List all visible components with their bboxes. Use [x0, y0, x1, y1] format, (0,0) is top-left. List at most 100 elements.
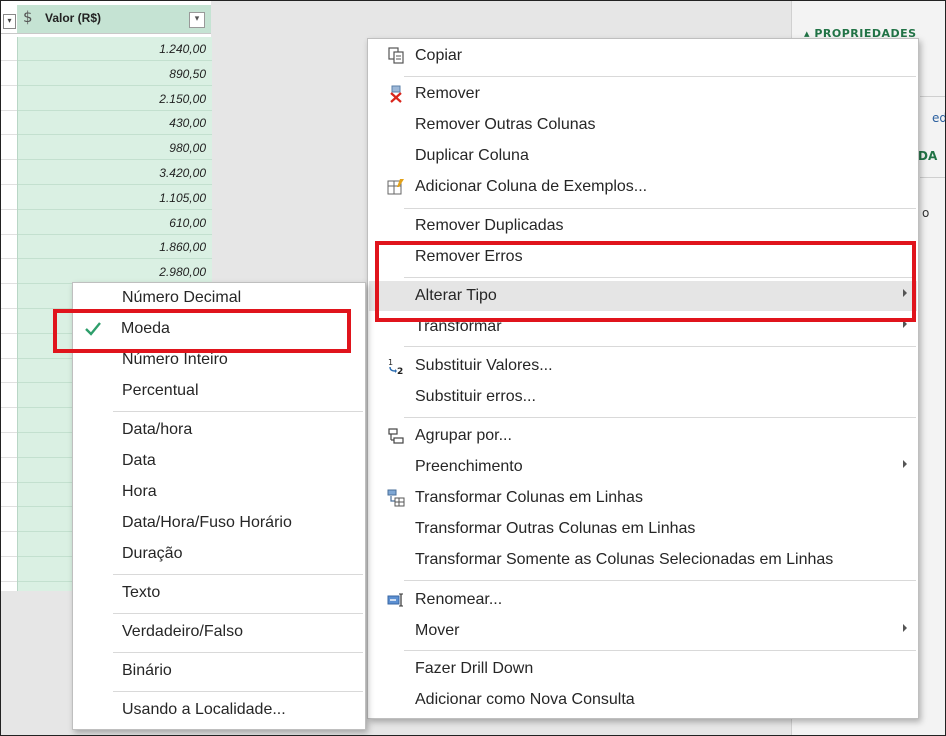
- table-cell[interactable]: 430,00: [18, 111, 212, 136]
- table-cell[interactable]: [1, 384, 17, 409]
- table-cell[interactable]: [1, 62, 17, 86]
- table-cell[interactable]: [1, 37, 17, 61]
- menu-item-label: Copiar: [415, 47, 463, 64]
- table-cell[interactable]: [1, 533, 17, 557]
- table-cell[interactable]: [1, 508, 17, 533]
- type-option-date[interactable]: Data: [74, 446, 364, 476]
- table-cell[interactable]: [1, 409, 17, 433]
- table-cell[interactable]: 2.150,00: [18, 87, 212, 111]
- type-option-percentage[interactable]: Percentual: [74, 376, 364, 406]
- menu-item-label: Data/Hora/Fuso Horário: [122, 514, 292, 531]
- applied-step-fragment[interactable]: o: [922, 206, 929, 220]
- menu-item-duplicate-column[interactable]: Duplicar Coluna: [369, 141, 917, 171]
- table-cell[interactable]: [1, 260, 17, 285]
- table-cell[interactable]: 1.860,00: [18, 235, 212, 260]
- divider: [920, 96, 945, 97]
- menu-item-move[interactable]: Mover: [369, 616, 917, 646]
- table-cell[interactable]: [1, 558, 17, 582]
- table-cell[interactable]: 610,00: [18, 211, 212, 235]
- table-cell[interactable]: 890,50: [18, 62, 212, 86]
- table-cell[interactable]: 980,00: [18, 136, 212, 161]
- table-cell[interactable]: [1, 335, 17, 359]
- group-by-icon: [388, 428, 404, 444]
- type-option-duration[interactable]: Duração: [74, 539, 364, 569]
- menu-item-remove-duplicates[interactable]: Remover Duplicadas: [369, 211, 917, 241]
- menu-item-drill-down[interactable]: Fazer Drill Down: [369, 654, 917, 684]
- menu-item-copy[interactable]: Copiar: [369, 41, 917, 71]
- menu-item-rename[interactable]: Renomear...: [369, 585, 917, 615]
- table-cell[interactable]: [1, 434, 17, 458]
- type-option-datetime[interactable]: Data/hora: [74, 415, 364, 445]
- menu-item-label: Adicionar Coluna de Exemplos...: [415, 178, 648, 195]
- type-option-time[interactable]: Hora: [74, 477, 364, 507]
- filter-dropdown-icon[interactable]: ▾: [189, 12, 205, 28]
- power-query-editor: ▾ $ Valor (R$) ▾ 1.240,00 890,50 2.150,00 4…: [0, 0, 946, 736]
- table-cell[interactable]: [1, 483, 17, 508]
- menu-item-label: Percentual: [122, 382, 199, 399]
- type-option-using-locale[interactable]: Usando a Localidade...: [74, 695, 364, 725]
- currency-type-icon[interactable]: $: [23, 8, 33, 26]
- menu-item-label: Transformar Somente as Colunas Seleciona…: [415, 551, 834, 568]
- type-option-datetimezone[interactable]: Data/Hora/Fuso Horário: [74, 508, 364, 538]
- table-cell[interactable]: 1.105,00: [18, 186, 212, 210]
- type-option-text[interactable]: Texto: [74, 578, 364, 608]
- menu-item-label: Remover Outras Colunas: [415, 116, 596, 133]
- table-cell[interactable]: [1, 136, 17, 161]
- menu-separator: [404, 76, 916, 77]
- type-option-binary[interactable]: Binário: [74, 656, 364, 686]
- menu-separator: [404, 417, 916, 418]
- menu-item-label: Usando a Localidade...: [122, 701, 286, 718]
- rename-icon: [387, 593, 403, 607]
- unpivot-icon: [387, 489, 405, 507]
- menu-item-label: Substituir erros...: [415, 388, 536, 405]
- menu-item-label: Transformar Outras Colunas em Linhas: [415, 520, 696, 537]
- menu-item-label: Mover: [415, 622, 460, 639]
- menu-item-add-column-from-examples[interactable]: Adicionar Coluna de Exemplos...: [369, 172, 917, 202]
- table-cell[interactable]: [1, 111, 17, 136]
- highlight-box-currency: [53, 309, 351, 353]
- table-cell[interactable]: [1, 87, 17, 111]
- svg-text:1: 1: [388, 358, 393, 367]
- menu-item-replace-values[interactable]: 12 Substituir Valores...: [369, 351, 917, 381]
- menu-item-unpivot-columns[interactable]: Transformar Colunas em Linhas: [369, 483, 917, 513]
- table-cell[interactable]: [1, 285, 17, 309]
- menu-item-fill[interactable]: Preenchimento: [369, 452, 917, 482]
- menu-item-label: Remover Duplicadas: [415, 217, 564, 234]
- examples-icon: [387, 179, 404, 195]
- table-cell[interactable]: 2.980,00: [18, 260, 212, 285]
- menu-item-label: Duração: [122, 545, 183, 562]
- table-cell[interactable]: 1.240,00: [18, 37, 212, 61]
- menu-item-replace-errors[interactable]: Substituir erros...: [369, 382, 917, 412]
- column-header-valor[interactable]: $ Valor (R$) ▾: [17, 5, 211, 33]
- menu-item-label: Data: [122, 452, 156, 469]
- menu-item-remove[interactable]: Remover: [369, 79, 917, 109]
- table-cell[interactable]: [1, 235, 17, 260]
- menu-separator: [404, 650, 916, 651]
- menu-item-add-as-new-query[interactable]: Adicionar como Nova Consulta: [369, 685, 917, 715]
- menu-separator: [113, 652, 363, 653]
- menu-item-label: Adicionar como Nova Consulta: [415, 691, 635, 708]
- menu-separator: [113, 691, 363, 692]
- menu-item-label: Fazer Drill Down: [415, 660, 534, 677]
- table-cell[interactable]: [1, 186, 17, 210]
- type-option-boolean[interactable]: Verdadeiro/Falso: [74, 617, 364, 647]
- menu-item-label: Transformar Colunas em Linhas: [415, 489, 643, 506]
- menu-separator: [404, 580, 916, 581]
- table-cell[interactable]: [1, 359, 17, 384]
- table-cell[interactable]: [1, 459, 17, 483]
- table-cell[interactable]: [1, 310, 17, 334]
- menu-item-unpivot-selected-only[interactable]: Transformar Somente as Colunas Seleciona…: [369, 545, 917, 575]
- table-cell[interactable]: [1, 211, 17, 235]
- menu-separator: [113, 574, 363, 575]
- properties-link-fragment[interactable]: edad: [932, 111, 945, 125]
- menu-item-unpivot-other-columns[interactable]: Transformar Outras Colunas em Linhas: [369, 514, 917, 544]
- menu-separator: [404, 346, 916, 347]
- menu-item-group-by[interactable]: Agrupar por...: [369, 421, 917, 451]
- table-cell[interactable]: 3.420,00: [18, 161, 212, 185]
- filter-dropdown-icon[interactable]: ▾: [3, 14, 16, 29]
- menu-separator: [113, 613, 363, 614]
- table-cell[interactable]: [1, 161, 17, 185]
- menu-item-label: Número Inteiro: [122, 351, 228, 368]
- menu-item-label: Verdadeiro/Falso: [122, 623, 243, 640]
- menu-item-remove-other-columns[interactable]: Remover Outras Colunas: [369, 110, 917, 140]
